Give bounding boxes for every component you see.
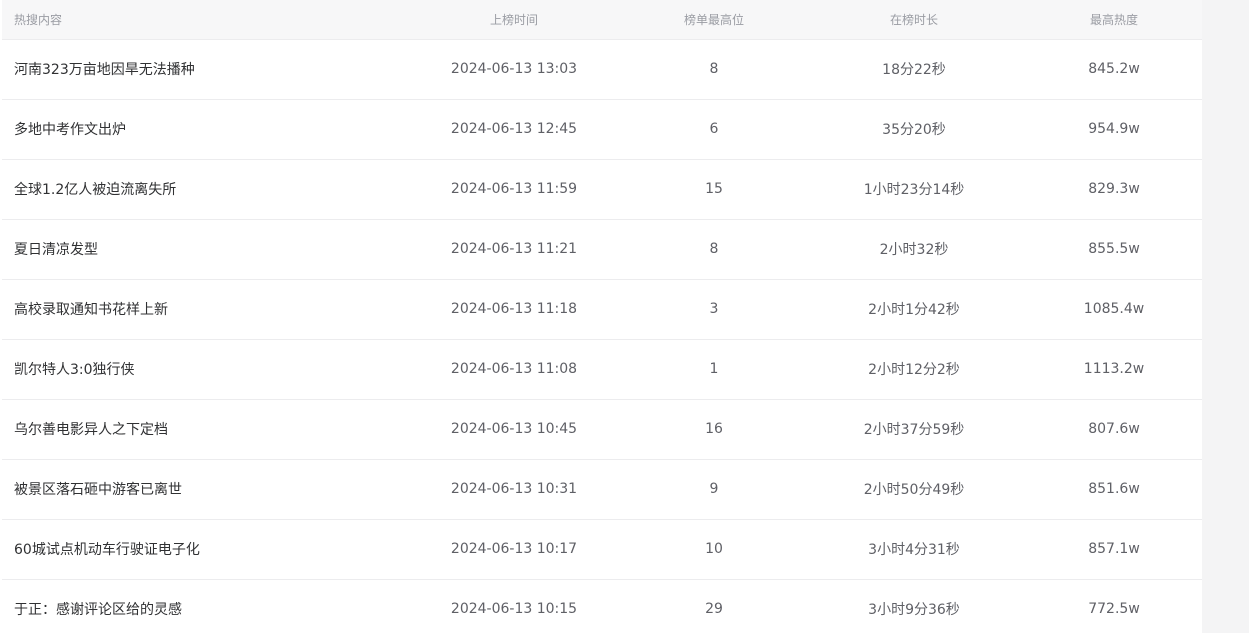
- table-row[interactable]: 多地中考作文出炉 2024-06-13 12:45 6 35分20秒 954.9…: [2, 99, 1202, 159]
- table-row[interactable]: 全球1.2亿人被迫流离失所 2024-06-13 11:59 15 1小时23分…: [2, 159, 1202, 219]
- table-row[interactable]: 被景区落石砸中游客已离世 2024-06-13 10:31 9 2小时50分49…: [2, 459, 1202, 519]
- row-heat: 855.5w: [1088, 241, 1140, 257]
- row-topic[interactable]: 多地中考作文出炉: [2, 99, 414, 159]
- row-duration: 2小时12分2秒: [868, 362, 960, 378]
- row-rank: 29: [705, 601, 723, 617]
- row-rank: 8: [709, 61, 719, 77]
- header-time: 上榜时间: [489, 12, 538, 27]
- right-gutter: [1202, 0, 1249, 633]
- row-time: 2024-06-13 12:45: [450, 121, 578, 137]
- row-rank: 16: [705, 421, 723, 437]
- table-row[interactable]: 乌尔善电影异人之下定档 2024-06-13 10:45 16 2小时37分59…: [2, 399, 1202, 459]
- row-time: 2024-06-13 11:59: [450, 181, 578, 197]
- hot-search-table-container: 热搜内容 上榜时间 榜单最高位 在榜时长 最高热度 河南323万亩地因旱无法播种…: [2, 0, 1202, 633]
- row-time: 2024-06-13 11:21: [450, 241, 578, 257]
- row-rank: 9: [709, 481, 719, 497]
- row-topic[interactable]: 被景区落石砸中游客已离世: [2, 459, 414, 519]
- row-duration: 2小时1分42秒: [868, 302, 960, 318]
- row-rank: 1: [709, 361, 719, 377]
- row-time: 2024-06-13 10:17: [450, 541, 578, 557]
- row-heat: 1085.4w: [1083, 301, 1145, 317]
- row-topic[interactable]: 60城试点机动车行驶证电子化: [2, 519, 414, 579]
- page: 热搜内容 上榜时间 榜单最高位 在榜时长 最高热度 河南323万亩地因旱无法播种…: [0, 0, 1249, 633]
- row-heat: 807.6w: [1088, 421, 1140, 437]
- row-heat: 857.1w: [1088, 541, 1140, 557]
- row-duration: 2小时32秒: [879, 242, 949, 258]
- row-duration: 18分22秒: [882, 62, 946, 78]
- row-time: 2024-06-13 11:08: [450, 361, 578, 377]
- row-topic[interactable]: 夏日清凉发型: [2, 219, 414, 279]
- table-row[interactable]: 60城试点机动车行驶证电子化 2024-06-13 10:17 10 3小时4分…: [2, 519, 1202, 579]
- row-topic[interactable]: 乌尔善电影异人之下定档: [2, 399, 414, 459]
- row-duration: 2小时37分59秒: [863, 422, 965, 438]
- row-rank: 15: [705, 181, 723, 197]
- row-rank: 6: [709, 121, 719, 137]
- row-heat: 954.9w: [1088, 121, 1140, 137]
- row-time: 2024-06-13 10:45: [450, 421, 578, 437]
- row-duration: 2小时50分49秒: [863, 482, 965, 498]
- table-row[interactable]: 河南323万亩地因旱无法播种 2024-06-13 13:03 8 18分22秒…: [2, 39, 1202, 99]
- table-row[interactable]: 高校录取通知书花样上新 2024-06-13 11:18 3 2小时1分42秒 …: [2, 279, 1202, 339]
- table-row[interactable]: 夏日清凉发型 2024-06-13 11:21 8 2小时32秒 855.5w: [2, 219, 1202, 279]
- row-topic[interactable]: 于正：感谢评论区给的灵感: [2, 579, 414, 633]
- table-row[interactable]: 凯尔特人3:0独行侠 2024-06-13 11:08 1 2小时12分2秒 1…: [2, 339, 1202, 399]
- table-row[interactable]: 于正：感谢评论区给的灵感 2024-06-13 10:15 29 3小时9分36…: [2, 579, 1202, 633]
- hot-search-table: 热搜内容 上榜时间 榜单最高位 在榜时长 最高热度 河南323万亩地因旱无法播种…: [2, 0, 1202, 633]
- row-duration: 1小时23分14秒: [863, 182, 965, 198]
- header-row: 热搜内容 上榜时间 榜单最高位 在榜时长 最高热度: [2, 0, 1202, 39]
- row-time: 2024-06-13 10:31: [450, 481, 578, 497]
- row-topic[interactable]: 全球1.2亿人被迫流离失所: [2, 159, 414, 219]
- header-heat: 最高热度: [1089, 12, 1138, 27]
- row-time: 2024-06-13 11:18: [450, 301, 578, 317]
- row-heat: 1113.2w: [1083, 361, 1145, 377]
- header-rank: 榜单最高位: [683, 12, 744, 27]
- header-topic: 热搜内容: [14, 12, 63, 27]
- row-heat: 851.6w: [1088, 481, 1140, 497]
- table-header: 热搜内容 上榜时间 榜单最高位 在榜时长 最高热度: [2, 0, 1202, 39]
- header-duration: 在榜时长: [889, 12, 938, 27]
- row-rank: 8: [709, 241, 719, 257]
- row-duration: 3小时9分36秒: [868, 602, 960, 618]
- row-rank: 10: [705, 541, 723, 557]
- row-topic[interactable]: 凯尔特人3:0独行侠: [2, 339, 414, 399]
- row-topic[interactable]: 高校录取通知书花样上新: [2, 279, 414, 339]
- row-topic[interactable]: 河南323万亩地因旱无法播种: [2, 39, 414, 99]
- row-heat: 772.5w: [1088, 601, 1140, 617]
- table-body: 河南323万亩地因旱无法播种 2024-06-13 13:03 8 18分22秒…: [2, 39, 1202, 633]
- row-time: 2024-06-13 13:03: [450, 61, 578, 77]
- row-heat: 829.3w: [1088, 181, 1140, 197]
- row-rank: 3: [709, 301, 719, 317]
- row-time: 2024-06-13 10:15: [450, 601, 578, 617]
- row-duration: 35分20秒: [882, 122, 946, 138]
- row-heat: 845.2w: [1088, 61, 1140, 77]
- row-duration: 3小时4分31秒: [868, 542, 960, 558]
